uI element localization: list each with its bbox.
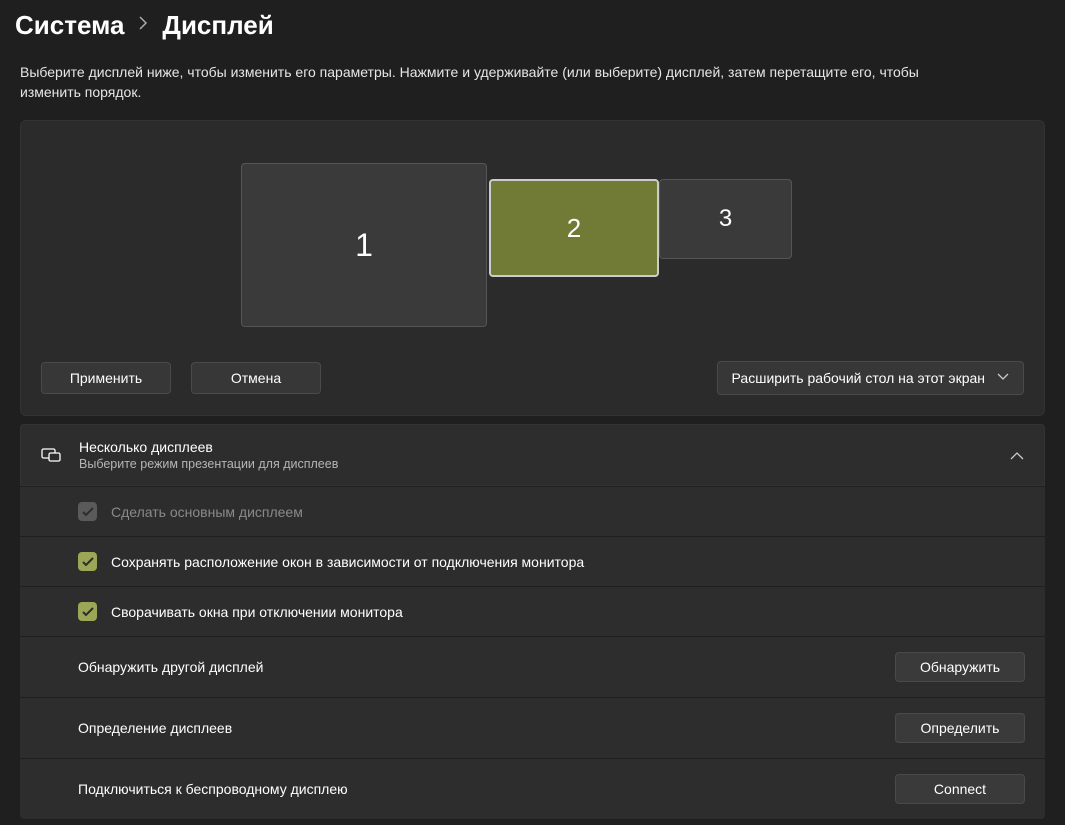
breadcrumb: Система Дисплей bbox=[15, 10, 1045, 41]
minimize-disconnect-checkbox[interactable] bbox=[78, 602, 97, 621]
identify-button[interactable]: Определить bbox=[895, 713, 1025, 743]
breadcrumb-parent[interactable]: Система bbox=[15, 10, 124, 41]
display-3[interactable]: 3 bbox=[659, 179, 792, 259]
identify-row: Определение дисплеев Определить bbox=[20, 697, 1045, 758]
chevron-right-icon bbox=[138, 16, 148, 35]
minimize-disconnect-row: Сворачивать окна при отключении монитора bbox=[20, 586, 1045, 636]
multiple-displays-section-header[interactable]: Несколько дисплеев Выберите режим презен… bbox=[20, 424, 1045, 486]
apply-button[interactable]: Применить bbox=[41, 362, 171, 394]
connect-button[interactable]: Connect bbox=[895, 774, 1025, 804]
remember-windows-label: Сохранять расположение окон в зависимост… bbox=[111, 554, 1025, 570]
cancel-button[interactable]: Отмена bbox=[191, 362, 321, 394]
wireless-row: Подключиться к беспроводному дисплею Con… bbox=[20, 758, 1045, 819]
section-subtitle: Выберите режим презентации для дисплеев bbox=[79, 457, 992, 471]
extend-mode-dropdown[interactable]: Расширить рабочий стол на этот экран bbox=[717, 361, 1024, 395]
multiple-displays-icon bbox=[41, 445, 61, 465]
display-arrangement-area[interactable]: 1 3 2 bbox=[241, 141, 1024, 341]
make-main-label: Сделать основным дисплеем bbox=[111, 504, 1025, 520]
wireless-label: Подключиться к беспроводному дисплею bbox=[78, 781, 881, 797]
identify-label: Определение дисплеев bbox=[78, 720, 881, 736]
section-title: Несколько дисплеев bbox=[79, 439, 992, 455]
chevron-down-icon bbox=[997, 372, 1009, 384]
minimize-disconnect-label: Сворачивать окна при отключении монитора bbox=[111, 604, 1025, 620]
detect-other-label: Обнаружить другой дисплей bbox=[78, 659, 881, 675]
display-arrangement-panel: 1 3 2 Применить Отмена Расширить рабочий… bbox=[20, 120, 1045, 416]
make-main-display-row: Сделать основным дисплеем bbox=[20, 486, 1045, 536]
breadcrumb-current: Дисплей bbox=[162, 10, 273, 41]
page-description: Выберите дисплей ниже, чтобы изменить ег… bbox=[20, 63, 980, 102]
make-main-checkbox[interactable] bbox=[78, 502, 97, 521]
section-text: Несколько дисплеев Выберите режим презен… bbox=[79, 439, 992, 471]
display-1[interactable]: 1 bbox=[241, 163, 487, 327]
remember-windows-row: Сохранять расположение окон в зависимост… bbox=[20, 536, 1045, 586]
display-2[interactable]: 2 bbox=[489, 179, 659, 277]
remember-windows-checkbox[interactable] bbox=[78, 552, 97, 571]
detect-other-row: Обнаружить другой дисплей Обнаружить bbox=[20, 636, 1045, 697]
chevron-up-icon bbox=[1010, 448, 1024, 463]
arrangement-button-row: Применить Отмена Расширить рабочий стол … bbox=[41, 361, 1024, 395]
dropdown-label: Расширить рабочий стол на этот экран bbox=[732, 370, 985, 386]
detect-button[interactable]: Обнаружить bbox=[895, 652, 1025, 682]
